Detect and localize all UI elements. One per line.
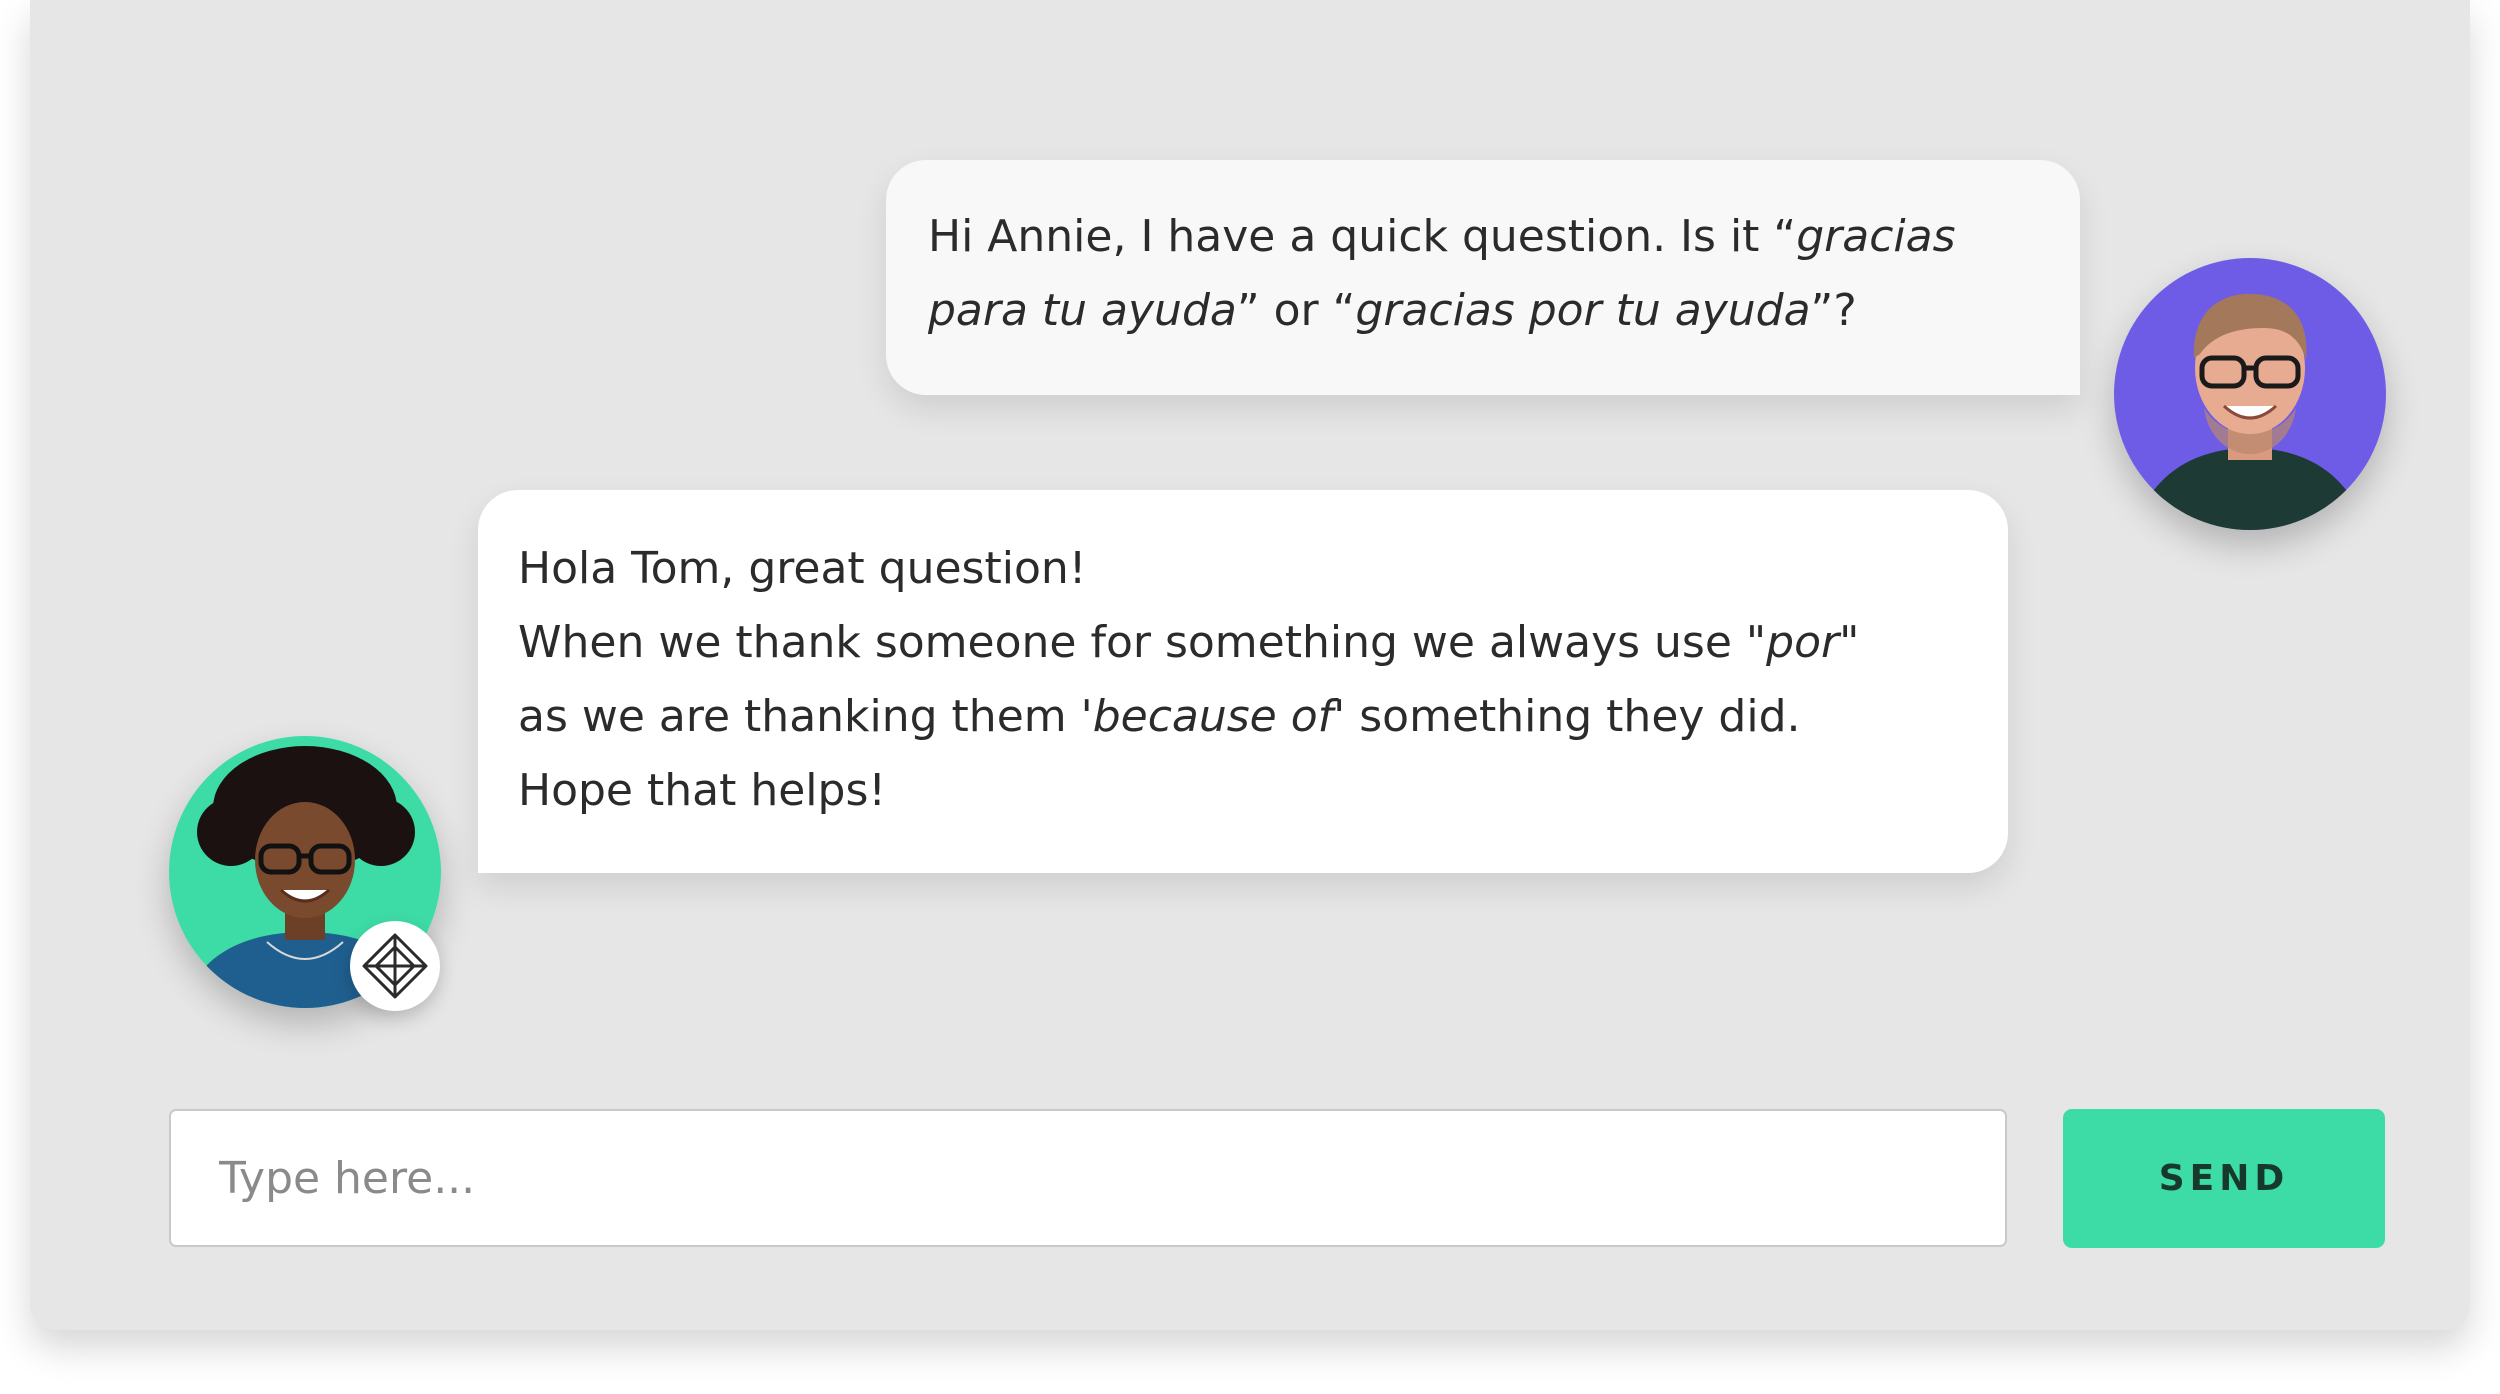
message-bubble-tom: Hi Annie, I have a quick question. Is it… xyxy=(886,160,2080,395)
message-text: " xyxy=(1839,617,1860,668)
message-text: something they did. xyxy=(1345,691,1801,742)
tutor-badge-icon xyxy=(350,921,440,1011)
message-bubble-annie: Hola Tom, great question! When we thank … xyxy=(478,490,2008,873)
message-text: ” or “ xyxy=(1236,285,1356,336)
message-text: Hola Tom, great question! xyxy=(518,543,1087,594)
chat-panel: Hi Annie, I have a quick question. Is it… xyxy=(30,0,2470,1330)
message-text-italic: 'because of' xyxy=(1080,691,1346,742)
message-text: Hi Annie, I have a quick question. Is it… xyxy=(928,211,1797,262)
message-line: Hope that helps! xyxy=(518,754,2008,828)
message-text: ”? xyxy=(1810,285,1857,336)
message-text-italic: para tu ayuda xyxy=(928,285,1237,336)
message-line: Hi Annie, I have a quick question. Is it… xyxy=(928,200,2080,274)
send-button[interactable]: SEND xyxy=(2063,1109,2385,1248)
message-text: When we thank someone for something we a… xyxy=(518,617,1767,668)
message-line: Hola Tom, great question! xyxy=(518,532,2008,606)
message-line: When we thank someone for something we a… xyxy=(518,606,2008,680)
message-text-italic: gracias xyxy=(1796,211,1956,262)
message-line: as we are thanking them 'because of' som… xyxy=(518,680,2008,754)
message-text: as we are thanking them xyxy=(518,691,1081,742)
avatar-tom xyxy=(2114,258,2386,530)
message-input[interactable] xyxy=(169,1109,2007,1247)
message-text-italic: por xyxy=(1766,617,1840,668)
message-line: para tu ayuda” or “gracias por tu ayuda”… xyxy=(928,274,2080,348)
message-text: Hope that helps! xyxy=(518,765,887,816)
message-text-italic: gracias por tu ayuda xyxy=(1355,285,1811,336)
